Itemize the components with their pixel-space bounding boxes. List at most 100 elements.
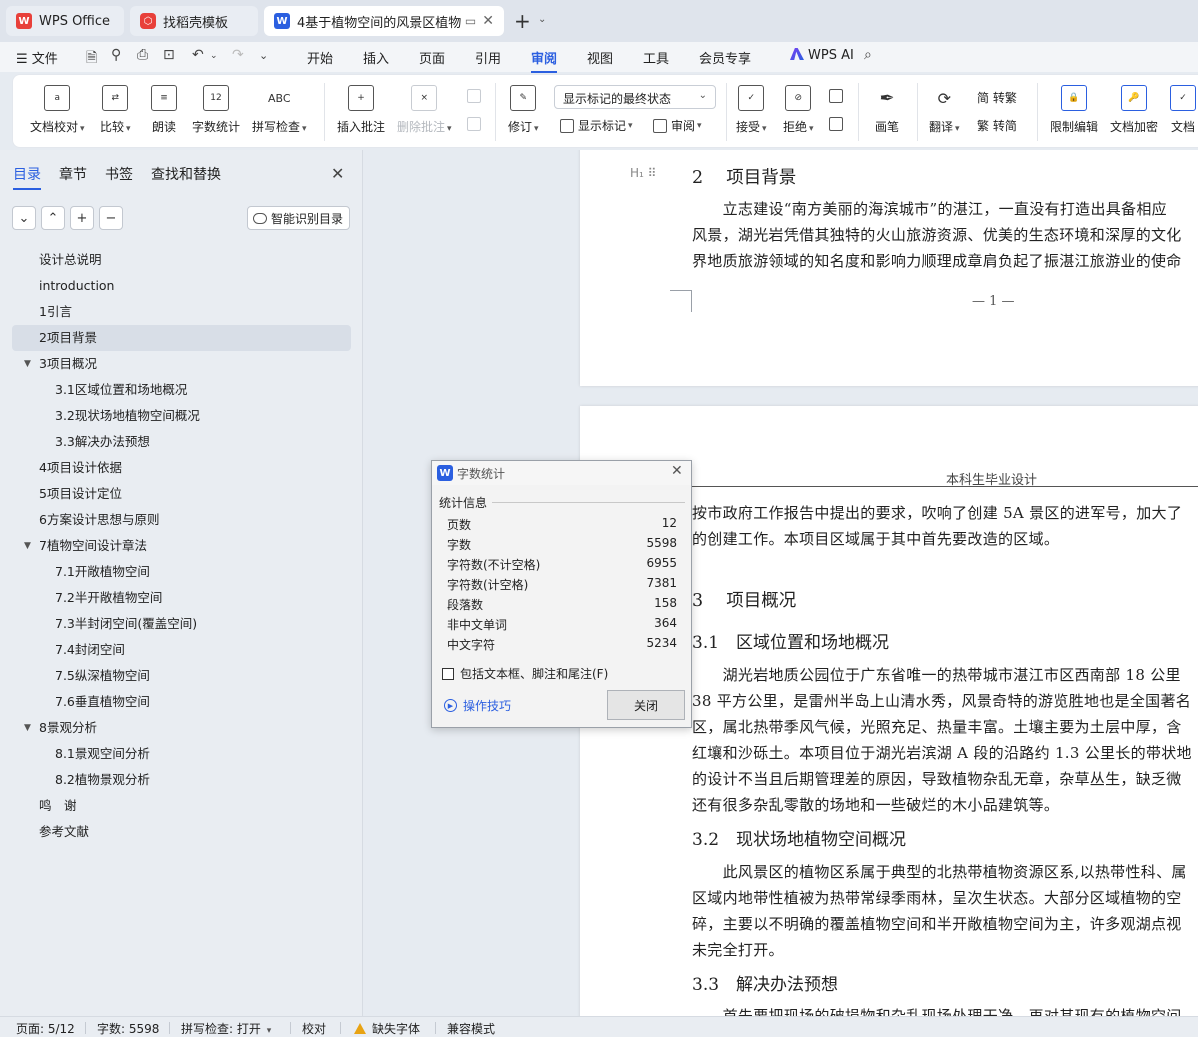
expand-down-icon[interactable]: ⌄: [12, 206, 36, 230]
toc-item[interactable]: 参考文献: [12, 819, 351, 845]
undo-dropdown-icon[interactable]: ⌄: [210, 51, 218, 61]
toc-item[interactable]: 设计总说明: [12, 247, 351, 273]
menu-reference[interactable]: 引用: [475, 48, 501, 67]
toc-item[interactable]: 7.6垂直植物空间: [12, 689, 351, 715]
remove-heading-icon[interactable]: −: [99, 206, 123, 230]
menu-member[interactable]: 会员专享: [699, 48, 751, 67]
toc-item[interactable]: 8.2植物景观分析: [12, 767, 351, 793]
menu-view[interactable]: 视图: [587, 48, 613, 67]
next-change-button[interactable]: [829, 117, 847, 131]
close-icon[interactable]: ✕: [671, 463, 683, 479]
menu-insert[interactable]: 插入: [363, 48, 389, 67]
tab-bookmarks[interactable]: 书签: [105, 164, 133, 184]
wps-ai-button[interactable]: WPS AI: [790, 48, 854, 63]
toc-item[interactable]: ▼ 8景观分析: [12, 715, 351, 741]
page-indicator[interactable]: 页面: 5/12: [16, 1020, 75, 1037]
track-changes-button[interactable]: ✎ 修订 ▾: [508, 85, 539, 135]
reject-button[interactable]: ⊘ 拒绝 ▾: [783, 85, 814, 135]
markup-mode-select[interactable]: 显示标记的最终状态 ⌄: [554, 85, 716, 109]
read-aloud-button[interactable]: ≡ 朗读: [151, 85, 177, 135]
toc-item[interactable]: ▼ 7植物空间设计章法: [12, 533, 351, 559]
toc-item[interactable]: 7.2半开敞植物空间: [12, 585, 351, 611]
tab-current-document[interactable]: W 4基于植物空间的风景区植物景 ▭ ✕: [264, 6, 504, 36]
toc-item[interactable]: 2项目背景: [12, 325, 351, 351]
toc-item[interactable]: 7.4封闭空间: [12, 637, 351, 663]
show-markup-button[interactable]: 显示标记 ▾: [560, 117, 633, 134]
to-simplified-button[interactable]: 繁 转简: [977, 117, 1017, 134]
toc-item[interactable]: 7.1开敞植物空间: [12, 559, 351, 585]
tab-chapters[interactable]: 章节: [59, 164, 87, 184]
toc-item[interactable]: introduction: [12, 273, 351, 299]
tab-wps-office[interactable]: W WPS Office: [6, 6, 124, 36]
accept-button[interactable]: ✓ 接受 ▾: [736, 85, 767, 135]
proofread-indicator[interactable]: 校对: [302, 1020, 326, 1037]
menu-review[interactable]: 审阅: [531, 48, 558, 73]
monitor-icon[interactable]: ▭: [465, 14, 476, 28]
toc-item[interactable]: 鸣 谢: [12, 793, 351, 819]
dialog-titlebar[interactable]: W 字数统计 ✕: [432, 461, 691, 485]
undo-icon[interactable]: ↶: [192, 47, 204, 63]
print-preview-icon[interactable]: ⊡: [163, 47, 175, 63]
toc-item[interactable]: 1引言: [12, 299, 351, 325]
expand-arrow-icon[interactable]: ▼: [24, 715, 31, 741]
spell-check-button[interactable]: ABC 拼写检查 ▾: [252, 85, 307, 135]
include-textbox-checkbox[interactable]: 包括文本框、脚注和尾注(F): [442, 665, 608, 682]
expand-arrow-icon[interactable]: ▼: [24, 351, 31, 377]
toc-item[interactable]: 8.1景观空间分析: [12, 741, 351, 767]
smart-toc-button[interactable]: 智能识别目录: [247, 206, 351, 230]
tips-link[interactable]: ▶ 操作技巧: [444, 697, 511, 714]
toc-item[interactable]: 4项目设计依据: [12, 455, 351, 481]
add-heading-icon[interactable]: +: [70, 206, 94, 230]
doc-more-button[interactable]: ✓ 文档: [1170, 85, 1196, 135]
next-comment-button[interactable]: [467, 117, 485, 131]
save-icon[interactable]: 🗎: [86, 47, 97, 71]
menu-tools[interactable]: 工具: [643, 48, 669, 67]
word-count-label: 字数统计: [192, 120, 241, 134]
spell-check-indicator[interactable]: 拼写检查: 打开 ▾: [181, 1020, 271, 1037]
toc-item[interactable]: ▼ 3项目概况: [12, 351, 351, 377]
toc-item[interactable]: 5项目设计定位: [12, 481, 351, 507]
close-icon[interactable]: ✕: [331, 164, 344, 183]
pen-button[interactable]: ✒ 画笔: [874, 85, 900, 135]
menu-start[interactable]: 开始: [307, 48, 333, 67]
toc-item[interactable]: 7.5纵深植物空间: [12, 663, 351, 689]
file-menu[interactable]: ☰ 文件: [16, 48, 58, 67]
toc-item[interactable]: 6方案设计思想与原则: [12, 507, 351, 533]
heading-drag-handle-icon[interactable]: H₁ ⠿: [630, 166, 656, 180]
translate-button[interactable]: ⟳ 翻译 ▾: [929, 85, 960, 135]
collapse-up-icon[interactable]: ⌃: [41, 206, 65, 230]
encrypt-button[interactable]: 🔑 文档加密: [1110, 85, 1158, 135]
close-button[interactable]: 关闭: [607, 690, 685, 720]
compare-button[interactable]: ⇄ 比较 ▾: [100, 85, 131, 135]
delete-comment-button[interactable]: × 删除批注 ▾: [397, 85, 452, 135]
search-icon[interactable]: ⌕: [864, 47, 872, 63]
link-icon[interactable]: ⚲: [111, 47, 121, 63]
toc-item[interactable]: 3.3解决办法预想: [12, 429, 351, 455]
redo-icon[interactable]: ↷: [232, 47, 244, 63]
tab-find-replace[interactable]: 查找和替换: [151, 164, 221, 184]
insert-comment-button[interactable]: + 插入批注: [337, 85, 385, 135]
missing-font-indicator[interactable]: 缺失字体: [354, 1020, 420, 1037]
tab-toc[interactable]: 目录: [13, 164, 41, 190]
checkbox-box[interactable]: [442, 667, 454, 680]
word-count-button[interactable]: 12 字数统计: [192, 85, 240, 135]
to-traditional-button[interactable]: 简 转繁: [977, 89, 1017, 106]
print-icon[interactable]: ⎙: [137, 47, 148, 63]
tab-docer-templates[interactable]: ⬡ 找稻壳模板: [130, 6, 258, 36]
toc-item[interactable]: 7.3半封闭空间(覆盖空间): [12, 611, 351, 637]
menu-page[interactable]: 页面: [419, 48, 445, 67]
prev-change-button[interactable]: [829, 89, 847, 103]
prev-comment-button[interactable]: [467, 89, 485, 103]
close-tab-icon[interactable]: ✕: [482, 13, 494, 29]
document-page[interactable]: H₁ ⠿ 2 项目背景 立志建设“南方美丽的海滨城市”的湛江，一直没有打造出具备…: [580, 150, 1198, 386]
expand-arrow-icon[interactable]: ▼: [24, 533, 31, 559]
new-tab-icon[interactable]: +: [514, 9, 531, 33]
chevron-down-icon[interactable]: ⌄: [538, 14, 546, 25]
toc-item[interactable]: 3.2现状场地植物空间概况: [12, 403, 351, 429]
word-count-indicator[interactable]: 字数: 5598: [97, 1020, 159, 1037]
more-quick-access-icon[interactable]: ⌄: [259, 49, 268, 62]
toc-item[interactable]: 3.1区域位置和场地概况: [12, 377, 351, 403]
restrict-edit-button[interactable]: 🔒 限制编辑: [1050, 85, 1098, 135]
review-pane-button[interactable]: 审阅 ▾: [653, 117, 702, 134]
doc-check-button[interactable]: a 文档校对 ▾: [30, 85, 85, 135]
